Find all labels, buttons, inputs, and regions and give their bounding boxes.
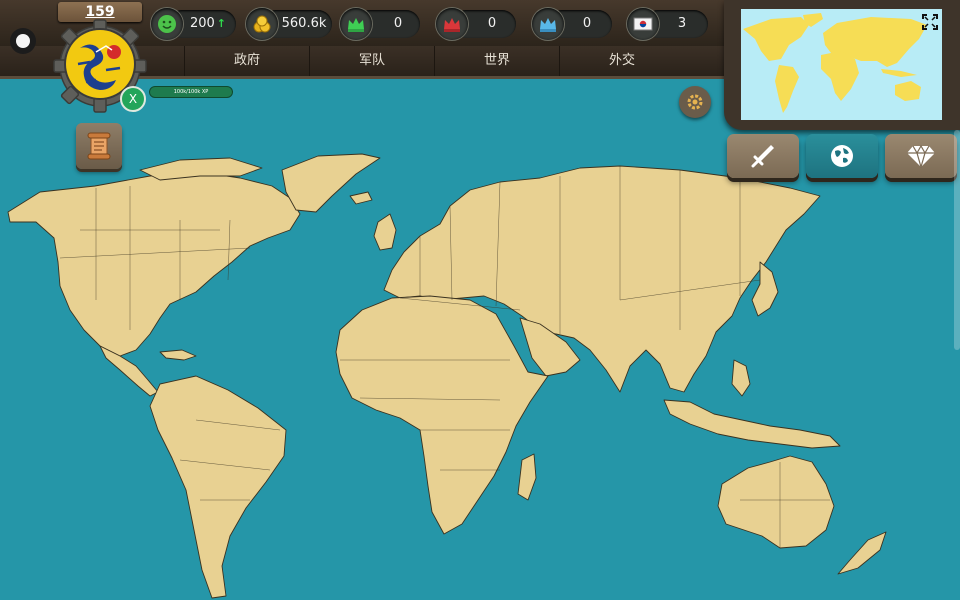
green-crowns-value: 0 bbox=[393, 16, 403, 31]
x-badge[interactable]: X bbox=[120, 86, 146, 112]
arrow-up-icon: ↑ bbox=[216, 17, 227, 30]
treaties-value: 3 bbox=[677, 16, 687, 31]
south-america-land[interactable] bbox=[149, 375, 287, 599]
minimap-north-america bbox=[743, 17, 809, 61]
blue-crowns-value: 0 bbox=[582, 16, 592, 31]
coins-icon bbox=[246, 8, 278, 40]
red-crown-icon bbox=[436, 8, 468, 40]
tab-world[interactable]: 世界 bbox=[434, 46, 559, 76]
premium-button[interactable] bbox=[885, 134, 957, 178]
green-crown-icon bbox=[340, 8, 372, 40]
caribbean-land[interactable] bbox=[159, 349, 197, 361]
world-button[interactable] bbox=[806, 134, 878, 178]
tab-diplomacy[interactable]: 外交 bbox=[559, 46, 684, 76]
gear-icon bbox=[687, 94, 703, 110]
side-scrollbar[interactable] bbox=[954, 130, 960, 350]
player-flag[interactable] bbox=[66, 30, 134, 98]
minimap[interactable] bbox=[741, 9, 942, 120]
british-isles-land[interactable] bbox=[373, 213, 397, 251]
minimap-australia bbox=[895, 81, 921, 101]
tab-army[interactable]: 军队 bbox=[309, 46, 434, 76]
scroll-icon bbox=[87, 132, 111, 160]
greenland-land[interactable] bbox=[281, 153, 381, 213]
smiley-icon bbox=[151, 8, 183, 40]
madagascar-land[interactable] bbox=[517, 453, 537, 501]
africa-land[interactable] bbox=[335, 295, 549, 535]
tab-government[interactable]: 政府 bbox=[184, 46, 309, 76]
blue-crown-icon bbox=[532, 8, 564, 40]
dragon-icon bbox=[77, 44, 121, 90]
philippines-land[interactable] bbox=[731, 359, 751, 397]
settings-button[interactable] bbox=[679, 86, 711, 118]
minimap-south-america bbox=[775, 65, 799, 113]
red-crowns-value: 0 bbox=[487, 16, 497, 31]
minimap-africa bbox=[821, 51, 859, 101]
war-button[interactable] bbox=[727, 134, 799, 178]
central-america-land[interactable] bbox=[99, 345, 159, 397]
xp-label: 100k/100k XP bbox=[173, 89, 209, 95]
globe-icon bbox=[831, 145, 853, 167]
sword-icon bbox=[751, 145, 774, 168]
iceland-land[interactable] bbox=[349, 191, 373, 205]
new-zealand-land[interactable] bbox=[837, 531, 887, 575]
expand-icon[interactable] bbox=[922, 14, 938, 30]
north-america-land[interactable] bbox=[7, 171, 301, 357]
diamond-icon bbox=[907, 144, 935, 168]
gold-value: 560.6k bbox=[281, 16, 327, 31]
minimap-indonesia bbox=[881, 69, 917, 77]
history-button[interactable] bbox=[76, 123, 122, 169]
treaty-flag-icon bbox=[627, 8, 659, 40]
toggle-button[interactable] bbox=[10, 28, 36, 54]
stability-value: 200 ↑ bbox=[189, 16, 227, 31]
indonesia-land[interactable] bbox=[663, 399, 841, 449]
australia-land[interactable] bbox=[717, 455, 835, 549]
